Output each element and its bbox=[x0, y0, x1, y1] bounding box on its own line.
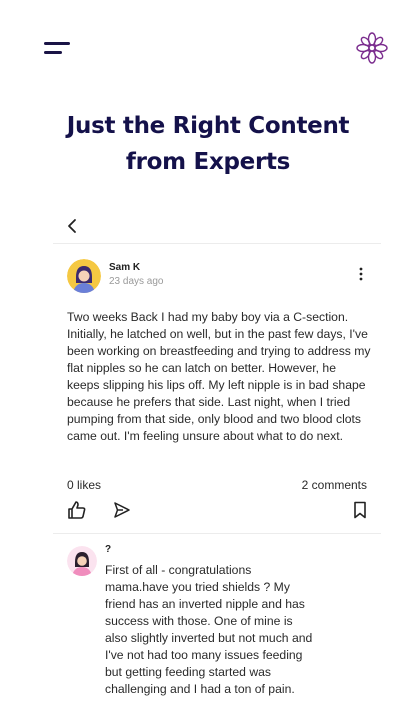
post-actions bbox=[67, 500, 367, 522]
avatar[interactable] bbox=[67, 259, 101, 293]
post-header: Sam K 23 days ago bbox=[53, 256, 381, 300]
back-row bbox=[53, 210, 381, 244]
page-title-line-1: Just the Right Content bbox=[66, 113, 350, 139]
post-author[interactable]: Sam K bbox=[109, 262, 140, 273]
send-icon[interactable] bbox=[113, 501, 131, 519]
hamburger-icon[interactable] bbox=[44, 40, 74, 60]
post-stats: 0 likes 2 comments bbox=[67, 478, 367, 494]
bookmark-icon[interactable] bbox=[353, 501, 367, 519]
comment-author[interactable]: ? bbox=[105, 544, 111, 555]
more-options-icon[interactable] bbox=[355, 266, 367, 282]
thumbs-up-icon[interactable] bbox=[67, 500, 87, 520]
page-title: Just the Right Content from Experts bbox=[0, 108, 416, 180]
likes-count: 0 likes bbox=[67, 478, 102, 492]
back-arrow-icon[interactable] bbox=[63, 216, 83, 236]
hero-section: Just the Right Content from Experts bbox=[0, 108, 416, 180]
top-bar bbox=[0, 0, 416, 100]
post-card: Sam K 23 days ago Two weeks Back I had m… bbox=[53, 210, 381, 710]
flower-logo-icon[interactable] bbox=[354, 30, 390, 66]
post-timestamp: 23 days ago bbox=[109, 276, 164, 287]
comments-count[interactable]: 2 comments bbox=[302, 478, 367, 492]
comment-item: ? First of all - congratulations mama.ha… bbox=[53, 534, 381, 710]
page-title-line-2: from Experts bbox=[125, 149, 291, 175]
comment-text: First of all - congratulations mama.have… bbox=[105, 563, 313, 696]
post-body: Two weeks Back I had my baby boy via a C… bbox=[67, 310, 371, 443]
commenter-avatar[interactable] bbox=[67, 546, 97, 576]
